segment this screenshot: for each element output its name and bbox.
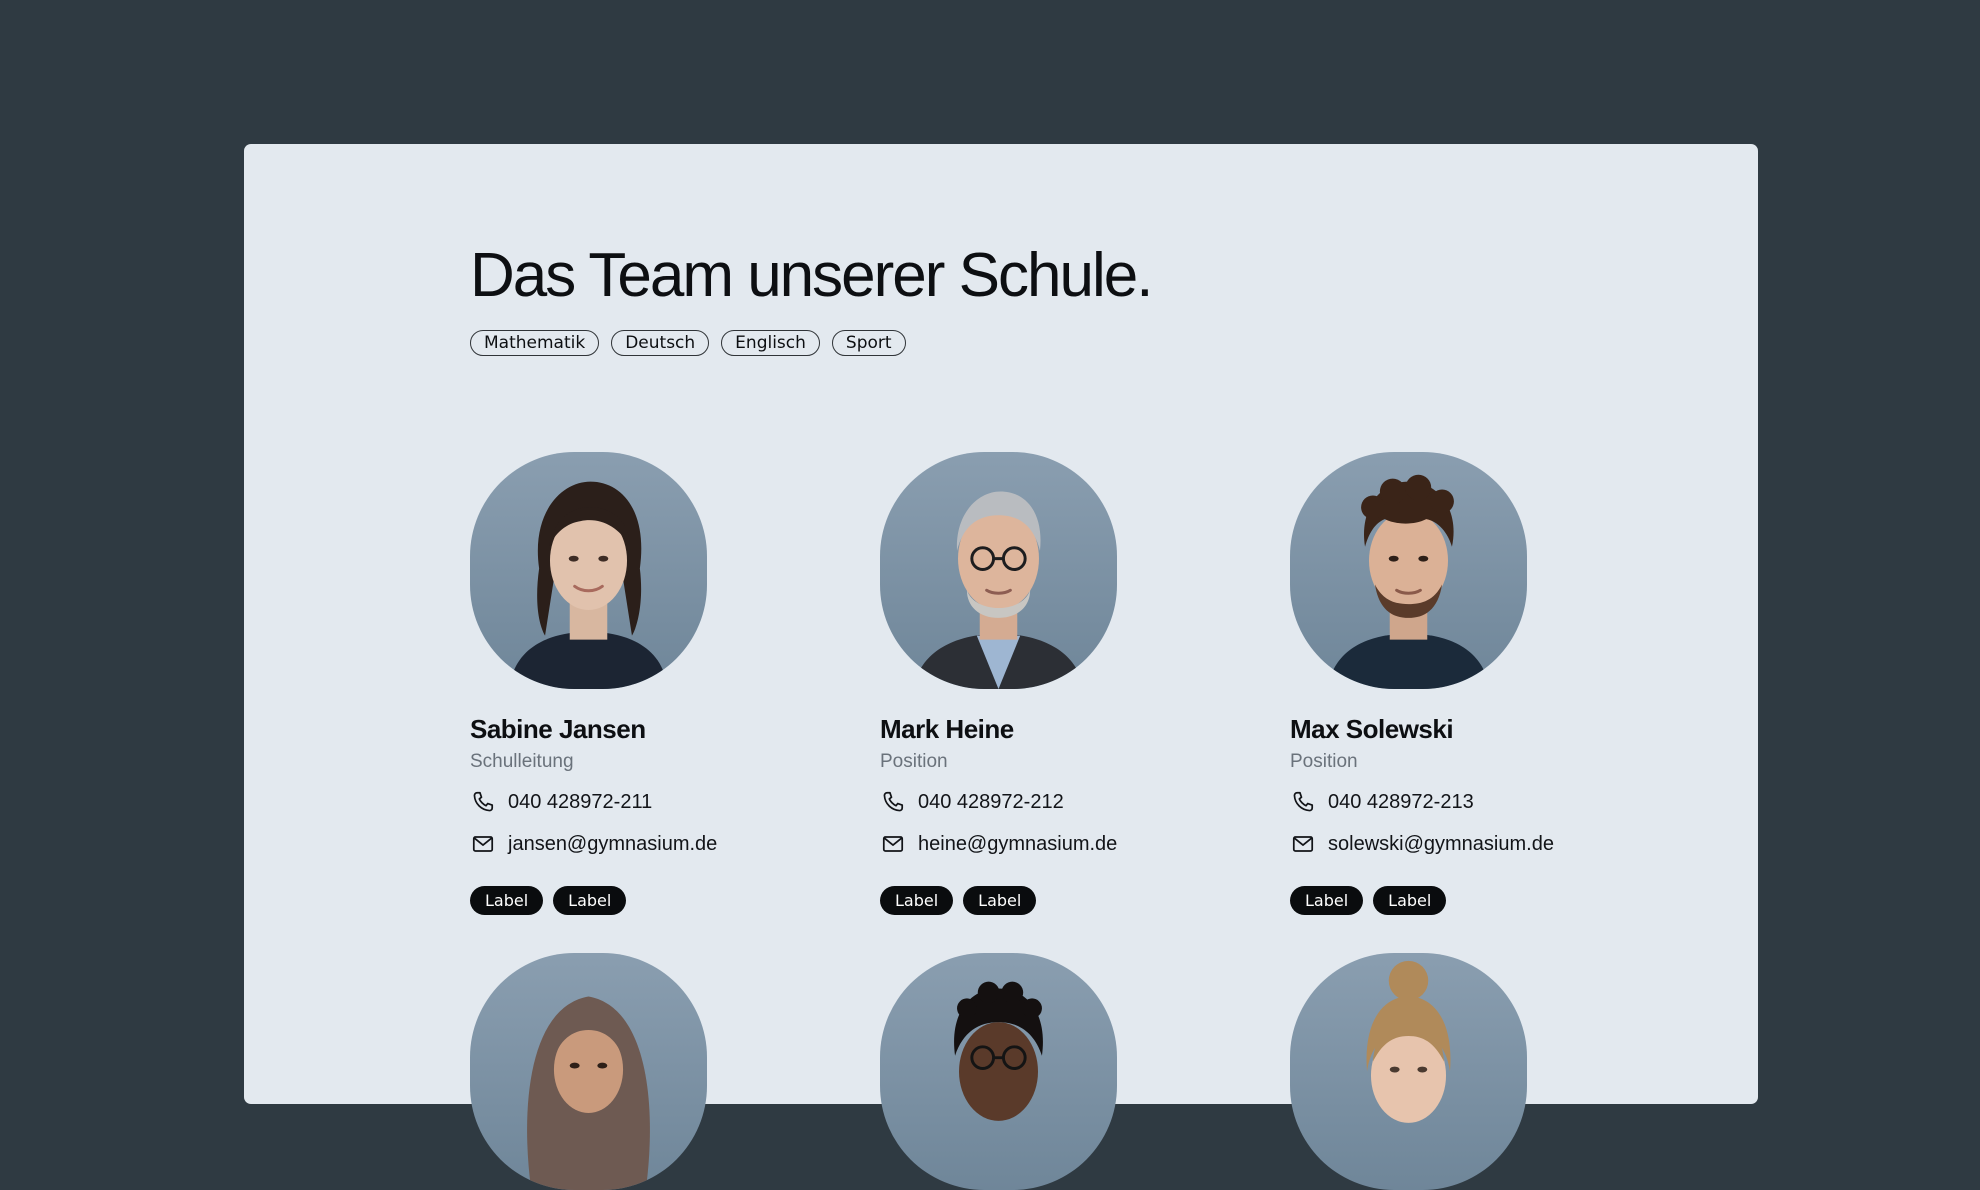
tag-list: Label Label: [470, 886, 870, 915]
member-role: Schulleitung: [470, 751, 574, 772]
phone-icon: [473, 791, 494, 812]
filter-chip-sport[interactable]: Sport: [831, 330, 906, 356]
phone-link[interactable]: 040 428972-213: [1290, 789, 1690, 815]
member-name: Max Solewski: [1290, 714, 1454, 744]
tag-label: Label: [1290, 886, 1364, 915]
team-card: [1290, 953, 1690, 1190]
portrait-image: [1327, 474, 1490, 689]
mail-icon: [1292, 836, 1314, 852]
mail-icon: [472, 836, 494, 852]
email-address: solewski@gymnasium.de: [1328, 833, 1554, 855]
page-title: Das Team unserer Schule.: [470, 241, 1153, 310]
phone-number: 040 428972-211: [508, 791, 653, 813]
tag-list: Label Label: [880, 886, 1280, 915]
team-grid: Sabine Jansen Schulleitung 040 428972-21…: [470, 452, 1700, 1190]
avatar: [1290, 953, 1527, 1190]
avatar: [880, 953, 1117, 1190]
team-card: Sabine Jansen Schulleitung 040 428972-21…: [470, 452, 870, 915]
filter-chips: Mathematik Deutsch Englisch Sport: [470, 330, 906, 356]
avatar: [470, 953, 707, 1190]
tag-label: Label: [470, 886, 544, 915]
portrait-image: [954, 981, 1043, 1121]
tag-label: Label: [880, 886, 954, 915]
portrait-image: [913, 491, 1084, 689]
team-card: [880, 953, 1280, 1190]
tag-label: Label: [1373, 886, 1447, 915]
team-card: Max Solewski Position 040 428972-213 sol…: [1290, 452, 1690, 915]
phone-link[interactable]: 040 428972-212: [880, 789, 1280, 815]
avatar: [470, 452, 707, 689]
phone-icon: [883, 791, 904, 812]
member-name: Sabine Jansen: [470, 714, 646, 744]
email-link[interactable]: jansen@gymnasium.de: [470, 831, 870, 857]
phone-link[interactable]: 040 428972-211: [470, 789, 870, 815]
team-card: [470, 953, 870, 1190]
portrait-image: [509, 481, 668, 689]
avatar: [1290, 452, 1527, 689]
member-role: Position: [1290, 751, 1358, 772]
email-address: heine@gymnasium.de: [918, 833, 1118, 855]
phone-number: 040 428972-213: [1328, 791, 1474, 813]
avatar: [880, 452, 1117, 689]
tag-list: Label Label: [1290, 886, 1690, 915]
tag-label: Label: [963, 886, 1037, 915]
email-address: jansen@gymnasium.de: [508, 833, 718, 855]
phone-number: 040 428972-212: [918, 791, 1064, 813]
portrait-image: [527, 996, 650, 1190]
mail-icon: [882, 836, 904, 852]
phone-icon: [1293, 791, 1314, 812]
team-panel: Das Team unserer Schule. Mathematik Deut…: [244, 144, 1758, 1190]
team-card: Mark Heine Position 040 428972-212 heine…: [880, 452, 1280, 915]
filter-chip-mathematik[interactable]: Mathematik: [470, 330, 600, 356]
tag-label: Label: [553, 886, 627, 915]
member-name: Mark Heine: [880, 714, 1014, 744]
filter-chip-deutsch[interactable]: Deutsch: [611, 330, 710, 356]
email-link[interactable]: solewski@gymnasium.de: [1290, 831, 1690, 857]
member-role: Position: [880, 751, 948, 772]
email-link[interactable]: heine@gymnasium.de: [880, 831, 1280, 857]
filter-chip-englisch[interactable]: Englisch: [721, 330, 820, 356]
portrait-image: [1366, 960, 1451, 1123]
